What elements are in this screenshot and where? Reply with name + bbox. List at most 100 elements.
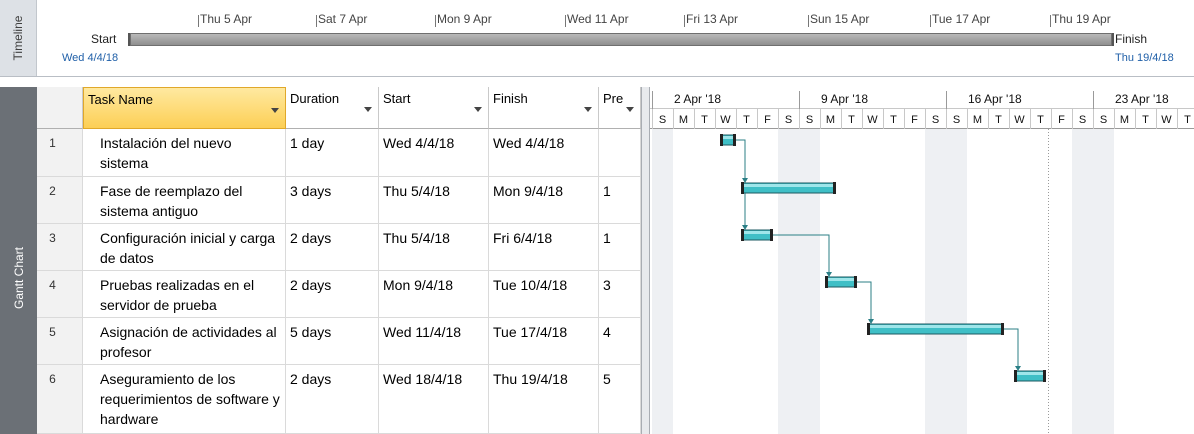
table-row[interactable]: 6 Aseguramiento de los requerimientos de… (37, 365, 641, 434)
gantt-side-tab[interactable]: Gantt Chart (0, 87, 37, 434)
bar-end-cap (1043, 370, 1046, 382)
bar-start-cap (1014, 370, 1017, 382)
row-id[interactable]: 6 (37, 365, 83, 434)
week-label: 23 Apr '18 (1115, 92, 1169, 106)
table-row[interactable]: 3 Configuración inicial y carga de datos… (37, 224, 641, 271)
predecessor-cell[interactable]: 4 (599, 318, 641, 365)
select-all-corner[interactable] (37, 87, 83, 129)
task-name-cell[interactable]: Instalación del nuevo sistema (83, 129, 286, 177)
start-cell[interactable]: Thu 5/4/18 (379, 177, 489, 224)
weekend-shade (778, 129, 799, 434)
bar-end-cap (770, 229, 773, 241)
bar-end-cap (854, 276, 857, 288)
day-letter: M (679, 114, 688, 126)
task-name-cell[interactable]: Asignación de actividades al profesor (83, 318, 286, 365)
chevron-down-icon[interactable] (364, 107, 372, 112)
task-name-cell[interactable]: Pruebas realizadas en el servidor de pru… (83, 271, 286, 318)
timeline-side-tab[interactable]: Timeline (0, 0, 37, 76)
bar-end-cap (833, 182, 836, 194)
task-sheet[interactable]: Task Name Duration Start Finish Pre 1 In… (37, 87, 641, 434)
day-letter: T (848, 114, 855, 126)
duration-cell[interactable]: 2 days (286, 365, 379, 434)
day-letter: F (764, 114, 771, 126)
timeline-date: Wed 11 Apr (565, 12, 629, 27)
duration-cell[interactable]: 5 days (286, 318, 379, 365)
timeline-start-label: Start (91, 32, 117, 46)
bar-start-cap (741, 182, 744, 194)
finish-cell[interactable]: Tue 10/4/18 (489, 271, 599, 318)
task-name-cell[interactable]: Configuración inicial y carga de datos (83, 224, 286, 271)
duration-cell[interactable]: 2 days (286, 224, 379, 271)
split-bar[interactable] (641, 87, 650, 434)
start-cell[interactable]: Thu 5/4/18 (379, 224, 489, 271)
duration-cell[interactable]: 1 day (286, 129, 379, 177)
row-id[interactable]: 3 (37, 224, 83, 271)
day-letter: S (953, 114, 960, 126)
day-letter: M (826, 114, 835, 126)
predecessor-cell[interactable]: 3 (599, 271, 641, 318)
column-header-finish[interactable]: Finish (489, 87, 599, 129)
finish-cell[interactable]: Mon 9/4/18 (489, 177, 599, 224)
bar-highlight (828, 278, 854, 281)
start-cell[interactable]: Mon 9/4/18 (379, 271, 489, 318)
column-header-predecessors[interactable]: Pre (599, 87, 641, 129)
start-cell[interactable]: Wed 4/4/18 (379, 129, 489, 177)
table-row[interactable]: 1 Instalación del nuevo sistema 1 day We… (37, 129, 641, 177)
row-id[interactable]: 5 (37, 318, 83, 365)
gantt-chart-svg[interactable]: 2 Apr '18 9 Apr '18 16 Apr '18 23 Apr '18 S M… (650, 87, 1194, 434)
task-name-cell[interactable]: Aseguramiento de los requerimientos de s… (83, 365, 286, 434)
week-label: 16 Apr '18 (968, 92, 1022, 106)
finish-cell[interactable]: Fri 6/4/18 (489, 224, 599, 271)
timeline-bar[interactable] (128, 33, 1114, 46)
finish-cell[interactable]: Wed 4/4/18 (489, 129, 599, 177)
finish-cell[interactable]: Tue 17/4/18 (489, 318, 599, 365)
day-letter: T (890, 114, 897, 126)
gantt-view[interactable]: Gantt Chart Task Name Duration Start Fin… (0, 87, 1194, 434)
chevron-down-icon[interactable] (474, 107, 482, 112)
gantt-side-label: Gantt Chart (11, 246, 26, 309)
start-cell[interactable]: Wed 18/4/18 (379, 365, 489, 434)
dependency-link (856, 281, 872, 320)
timeline-view[interactable]: Timeline Thu 5 Apr Sat 7 Apr Mon 9 Apr W… (0, 0, 1194, 76)
column-header-label: Pre (603, 91, 624, 106)
timeline-date: Sat 7 Apr (315, 12, 368, 27)
column-header-label: Duration (290, 91, 340, 106)
column-header-label: Start (383, 91, 411, 106)
weekend-shade (799, 129, 820, 434)
finish-cell[interactable]: Thu 19/4/18 (489, 365, 599, 434)
start-cell[interactable]: Wed 11/4/18 (379, 318, 489, 365)
day-letter: W (867, 114, 878, 126)
column-header-start[interactable]: Start (379, 87, 489, 129)
predecessor-cell[interactable] (599, 129, 641, 177)
bar-start-cap (825, 276, 828, 288)
chevron-down-icon[interactable] (584, 107, 592, 112)
predecessor-cell[interactable]: 5 (599, 365, 641, 434)
day-letter: W (720, 114, 731, 126)
weekend-shade (652, 129, 673, 434)
chevron-down-icon[interactable] (626, 107, 634, 112)
day-letter: W (1161, 114, 1172, 126)
table-row[interactable]: 4 Pruebas realizadas en el servidor de p… (37, 271, 641, 318)
predecessor-cell[interactable]: 1 (599, 177, 641, 224)
row-id[interactable]: 4 (37, 271, 83, 318)
task-name-cell[interactable]: Fase de reemplazo del sistema antiguo (83, 177, 286, 224)
weekend-shade (925, 129, 946, 434)
chevron-down-icon[interactable] (271, 108, 279, 113)
bar-end-cap (1001, 323, 1004, 335)
predecessor-cell[interactable]: 1 (599, 224, 641, 271)
row-id[interactable]: 2 (37, 177, 83, 224)
view-separator[interactable] (0, 76, 1194, 87)
duration-cell[interactable]: 2 days (286, 271, 379, 318)
row-id[interactable]: 1 (37, 129, 83, 177)
column-header-task-name[interactable]: Task Name (83, 87, 286, 129)
day-letter: S (659, 114, 666, 126)
day-letter: S (806, 114, 813, 126)
day-letter: F (911, 114, 918, 126)
bar-start-cap (720, 134, 723, 146)
column-header-duration[interactable]: Duration (286, 87, 379, 129)
week-label: 9 Apr '18 (821, 92, 868, 106)
table-row[interactable]: 5 Asignación de actividades al profesor … (37, 318, 641, 365)
gantt-chart-area[interactable]: 2 Apr '18 9 Apr '18 16 Apr '18 23 Apr '18 S M… (650, 87, 1194, 434)
duration-cell[interactable]: 3 days (286, 177, 379, 224)
table-row[interactable]: 2 Fase de reemplazo del sistema antiguo … (37, 177, 641, 224)
